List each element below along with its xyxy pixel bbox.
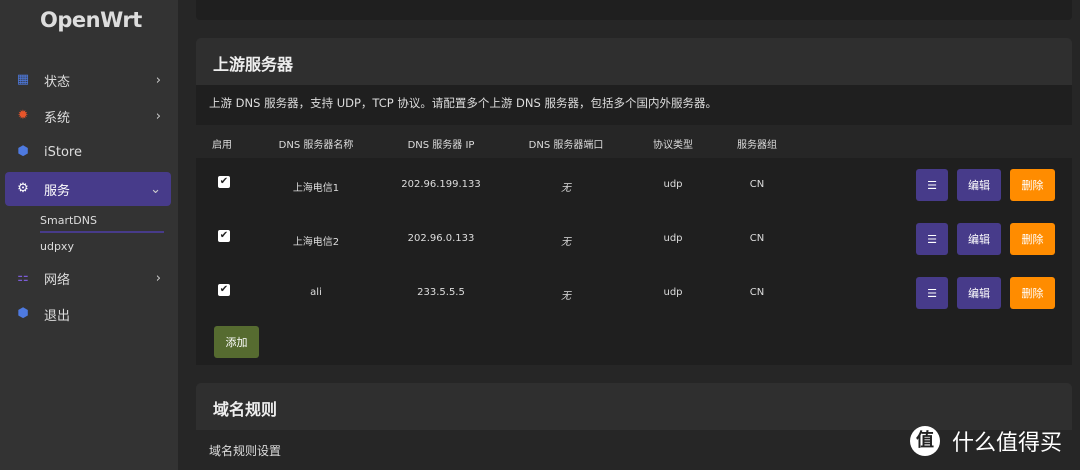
network-icon: ⚏ <box>17 270 29 285</box>
column-header: DNS 服务器端口 <box>528 140 604 151</box>
server-ip: 202.96.0.133 <box>407 233 475 244</box>
server-group: CN <box>749 233 765 244</box>
sidebar-item-logout[interactable]: ⬢ 退出 <box>5 297 171 331</box>
sidebar-item-network[interactable]: ⚏ 网络 › <box>5 261 171 295</box>
server-protocol: udp <box>663 179 683 190</box>
sidebar: OpenWrt ▦ 状态 › ✹ 系统 › ⬢ iStore ⚙ 服务 ⌄ SmartDNS … <box>0 0 178 470</box>
panel-title: 上游服务器 <box>196 38 1072 85</box>
sidebar-item-label: iStore <box>44 144 82 160</box>
server-name: 上海电信2 <box>292 237 340 248</box>
column-header: 服务器组 <box>737 140 777 151</box>
enabled-checkbox[interactable]: ✔ <box>218 176 230 188</box>
edit-button[interactable]: 编辑 <box>957 277 1001 309</box>
server-port: 无 <box>561 237 571 248</box>
server-protocol: udp <box>663 233 683 244</box>
add-button[interactable]: 添加 <box>214 326 259 358</box>
server-protocol: udp <box>663 287 683 298</box>
chevron-down-icon: ⌄ <box>150 181 161 197</box>
column-header: DNS 服务器名称 <box>278 140 354 151</box>
sidebar-item-label: 网络 <box>44 272 71 288</box>
logo: OpenWrt <box>40 8 142 32</box>
chevron-right-icon: › <box>155 72 161 88</box>
server-ip: 202.96.199.133 <box>401 179 481 190</box>
table-row: ✔ 上海电信2 202.96.0.133 无 udp CN ☰ 编辑 删除 <box>196 212 1072 266</box>
server-group: CN <box>749 287 765 298</box>
sidebar-item-label: 服务 <box>44 183 71 199</box>
server-name: ali <box>310 287 322 298</box>
sidebar-item-system[interactable]: ✹ 系统 › <box>5 99 171 133</box>
cube-icon: ⬢ <box>17 306 29 321</box>
upstream-panel: 上游服务器 上游 DNS 服务器，支持 UDP，TCP 协议。请配置多个上游 D… <box>196 38 1072 365</box>
server-group: CN <box>749 179 765 190</box>
cube-icon: ⬢ <box>17 144 29 159</box>
sidebar-sub-smartdns[interactable]: SmartDNS <box>40 214 97 227</box>
sort-handle-button[interactable]: ☰ <box>916 169 948 201</box>
column-header: 启用 <box>212 140 232 151</box>
sidebar-sub-udpxy[interactable]: udpxy <box>40 240 74 253</box>
table-row: ✔ 上海电信1 202.96.199.133 无 udp CN ☰ 编辑 删除 <box>196 158 1072 212</box>
delete-button[interactable]: 删除 <box>1010 223 1055 255</box>
chevron-right-icon: › <box>155 108 161 124</box>
server-ip: 233.5.5.5 <box>417 287 465 298</box>
column-header: DNS 服务器 IP <box>407 140 475 151</box>
previous-panel <box>196 0 1072 20</box>
active-indicator <box>40 231 164 233</box>
watermark-text: 什么值得买 <box>952 431 1063 456</box>
watermark-badge: 值 <box>910 426 940 456</box>
server-port: 无 <box>561 291 571 302</box>
sort-handle-button[interactable]: ☰ <box>916 277 948 309</box>
sidebar-item-status[interactable]: ▦ 状态 › <box>5 63 171 97</box>
gear-icon: ✹ <box>17 108 29 123</box>
edit-button[interactable]: 编辑 <box>957 169 1001 201</box>
server-name: 上海电信1 <box>292 183 340 194</box>
chevron-right-icon: › <box>155 270 161 286</box>
sidebar-item-istore[interactable]: ⬢ iStore <box>5 135 171 169</box>
enabled-checkbox[interactable]: ✔ <box>218 284 230 296</box>
dashboard-icon: ▦ <box>16 72 30 87</box>
watermark: 值什么值得买 <box>910 425 1062 457</box>
server-port: 无 <box>561 183 571 194</box>
delete-button[interactable]: 删除 <box>1010 169 1055 201</box>
table-header: 启用 DNS 服务器名称 DNS 服务器 IP DNS 服务器端口 协议类型 服… <box>196 125 1072 158</box>
enabled-checkbox[interactable]: ✔ <box>218 230 230 242</box>
table-row: ✔ ali 233.5.5.5 无 udp CN ☰ 编辑 删除 <box>196 266 1072 320</box>
sort-handle-button[interactable]: ☰ <box>916 223 948 255</box>
panel-title: 域名规则 <box>196 383 1072 430</box>
cogs-icon: ⚙ <box>17 181 29 196</box>
sidebar-item-label: 系统 <box>44 110 71 126</box>
sidebar-item-label: 退出 <box>44 308 71 324</box>
sidebar-item-label: 状态 <box>44 74 71 90</box>
sidebar-item-services[interactable]: ⚙ 服务 ⌄ <box>5 172 171 206</box>
column-header: 协议类型 <box>653 140 693 151</box>
edit-button[interactable]: 编辑 <box>957 223 1001 255</box>
panel-description: 上游 DNS 服务器，支持 UDP，TCP 协议。请配置多个上游 DNS 服务器… <box>209 96 717 110</box>
delete-button[interactable]: 删除 <box>1010 277 1055 309</box>
